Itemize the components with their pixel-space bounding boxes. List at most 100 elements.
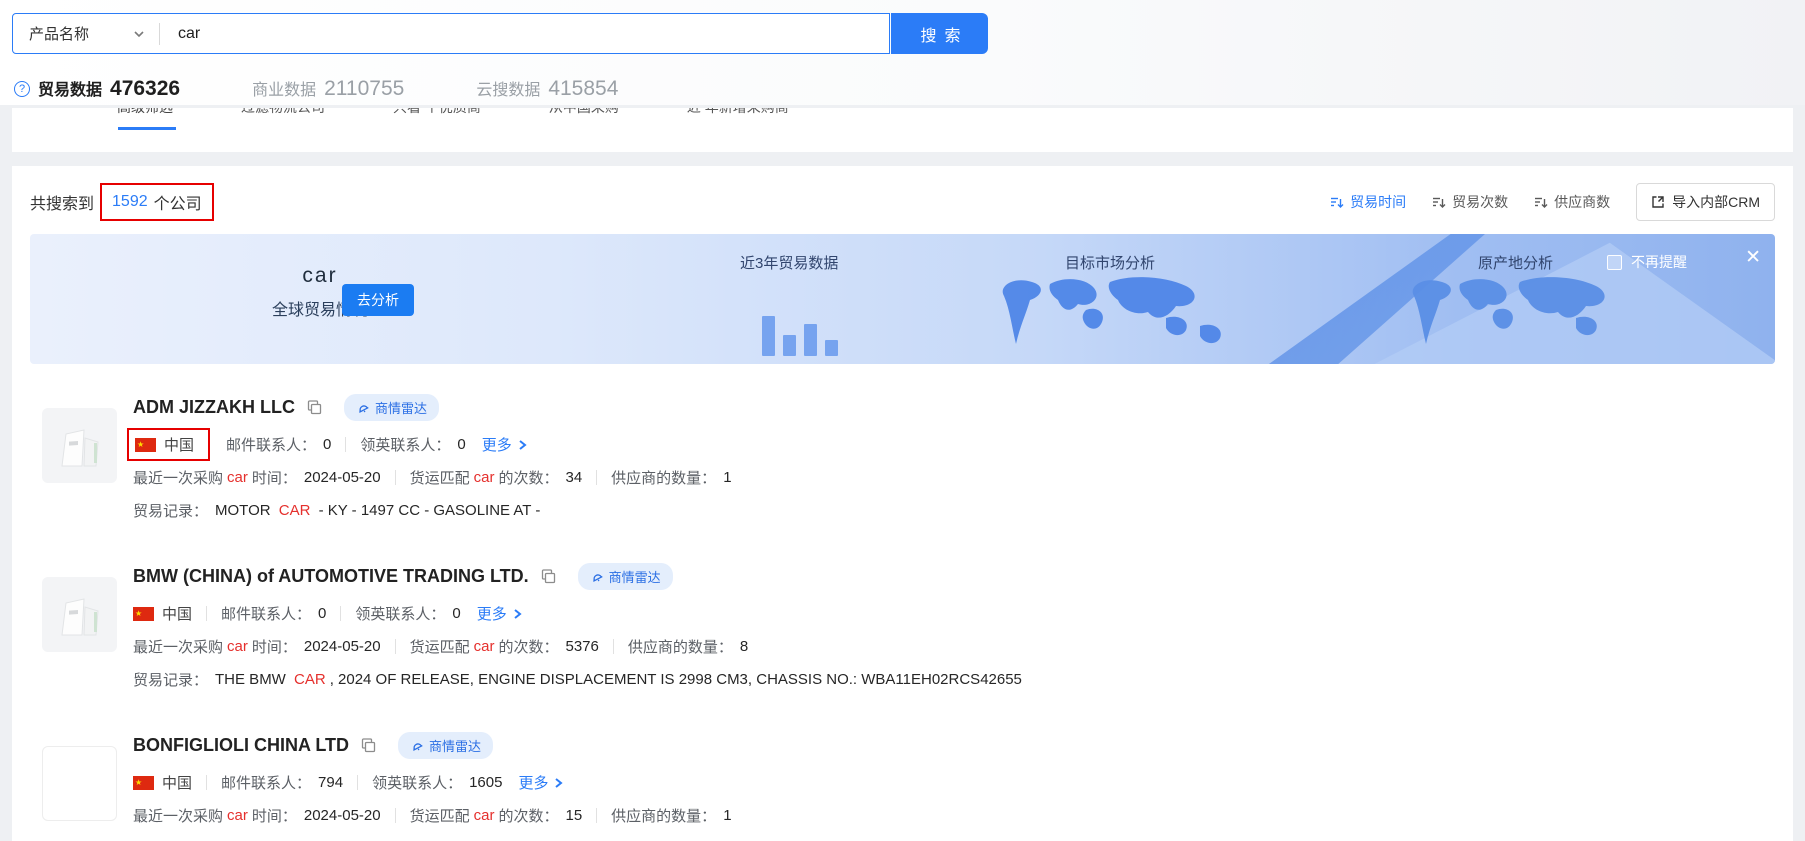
- trade-record-row: 贸易记录： THE BMW CAR , 2024 OF RELEASE, ENG…: [133, 669, 1775, 690]
- chevron-right-icon: [555, 777, 564, 788]
- record-text: , 2024 OF RELEASE, ENGINE DISPLACEMENT I…: [329, 671, 1022, 688]
- keyword-highlight: car: [227, 807, 248, 824]
- more-label: 更多: [518, 775, 549, 792]
- search-category-select[interactable]: 产品名称: [13, 23, 159, 44]
- tab-cloud-search-data-count: 415854: [548, 77, 619, 100]
- import-crm-label: 导入内部CRM: [1672, 194, 1760, 210]
- results-count-suffix: 个公司: [153, 196, 202, 213]
- email-contacts-label: 邮件联系人：: [221, 606, 312, 623]
- filter-tab-new-buyers[interactable]: 近 年新增采购商: [687, 108, 789, 117]
- more-label: 更多: [476, 606, 507, 623]
- purchase-date: 2024-05-20: [303, 807, 381, 824]
- more-link[interactable]: 更多: [518, 772, 564, 793]
- results-count-number: 1592: [112, 193, 148, 210]
- linkedin-contacts-value: 1605: [469, 774, 503, 791]
- close-icon[interactable]: ✕: [1745, 248, 1761, 267]
- divider: [206, 606, 208, 621]
- radar-icon: [592, 574, 603, 582]
- record-label: 贸易记录：: [133, 503, 209, 520]
- company-name[interactable]: BONFIGLIOLI CHINA LTD: [133, 735, 349, 756]
- match-prefix: 货运匹配: [409, 470, 470, 487]
- linkedin-contacts-label: 领英联系人：: [372, 775, 463, 792]
- radar-badge[interactable]: 商情雷达: [577, 563, 673, 590]
- divider: [345, 437, 347, 452]
- more-label: 更多: [481, 437, 512, 454]
- tab-cloud-search-data-label: 云搜数据: [476, 82, 541, 99]
- supplier-label: 供应商的数量：: [611, 808, 717, 825]
- copy-icon[interactable]: [307, 400, 322, 415]
- chevron-right-icon: [514, 608, 522, 619]
- tab-trade-data-label: 贸易数据: [38, 82, 103, 99]
- tab-business-data[interactable]: 商业数据 2110755: [252, 76, 404, 101]
- purchase-info-row: 最近一次采购 car 时间： 2024-05-20 货运匹配 car 的次数： …: [133, 467, 1775, 488]
- filter-bar-clipped: 高级筛选 过滤物流公司 只看 个优质商 从中国采购 近 年新增采购商: [12, 108, 1793, 152]
- company-thumbnail[interactable]: [42, 408, 117, 483]
- sort-icon: [1535, 197, 1548, 208]
- purchase-suffix: 时间：: [251, 470, 297, 487]
- keyword-highlight: car: [473, 807, 495, 824]
- linkedin-contacts-value: 0: [457, 436, 466, 453]
- dismiss-control: 不再提醒: [1607, 252, 1687, 272]
- company-name[interactable]: BMW (CHINA) of AUTOMOTIVE TRADING LTD.: [133, 566, 529, 587]
- keyword-highlight: CAR: [278, 502, 311, 519]
- email-contacts-value: 0: [318, 605, 327, 622]
- divider: [394, 808, 396, 823]
- results-count-prefix: 共搜索到: [30, 196, 95, 213]
- dismiss-checkbox[interactable]: [1607, 254, 1622, 270]
- email-contacts-label: 邮件联系人：: [221, 775, 312, 792]
- divider: [340, 606, 342, 621]
- filter-tab-advanced[interactable]: 高级筛选: [117, 108, 173, 117]
- radar-badge-label: 商情雷达: [428, 739, 481, 754]
- radar-badge[interactable]: 商情雷达: [397, 732, 493, 759]
- filter-tab-china[interactable]: 从中国采购: [549, 108, 619, 117]
- annotation-box: ★ 中国: [127, 428, 211, 461]
- tab-cloud-search-data[interactable]: 云搜数据 415854: [476, 76, 618, 101]
- record-text: - KY - 1497 CC - GASOLINE AT -: [314, 502, 541, 519]
- copy-icon[interactable]: [541, 569, 556, 584]
- radar-badge-label: 商情雷达: [608, 570, 661, 585]
- analyze-button[interactable]: 去分析: [342, 284, 414, 316]
- banner-origin-title: 原产地分析: [1478, 255, 1554, 272]
- filter-tab-logistics[interactable]: 过滤物流公司: [241, 108, 325, 117]
- help-icon[interactable]: ?: [14, 80, 30, 97]
- filter-tab-quality[interactable]: 只看 个优质商: [393, 108, 481, 117]
- company-body: ADM JIZZAKH LLC 商情雷达 ★ 中国 邮件联系人： 0 领英联系人…: [127, 394, 1775, 521]
- radar-icon: [358, 405, 369, 413]
- keyword-highlight: CAR: [294, 671, 326, 688]
- mini-bar-chart: [762, 282, 842, 356]
- company-card: ADM JIZZAKH LLC 商情雷达 ★ 中国 邮件联系人： 0 领英联系人…: [30, 394, 1775, 521]
- search-input[interactable]: car: [160, 25, 200, 43]
- divider: [596, 808, 598, 823]
- purchase-info-row: 最近一次采购 car 时间： 2024-05-20 货运匹配 car 的次数： …: [133, 636, 1775, 657]
- search-button[interactable]: 搜索: [891, 13, 988, 54]
- record-text: THE BMW: [215, 671, 291, 688]
- trade-record-row: 贸易记录： MOTOR CAR - KY - 1497 CC - GASOLIN…: [133, 500, 1775, 521]
- supplier-count: 1: [723, 807, 732, 824]
- banner-chart-title: 近3年贸易数据: [740, 255, 839, 272]
- more-link[interactable]: 更多: [482, 434, 528, 455]
- import-crm-button[interactable]: 导入内部CRM: [1636, 183, 1775, 221]
- sort-supplier-count[interactable]: 供应商数: [1534, 192, 1610, 212]
- sort-trade-count[interactable]: 贸易次数: [1432, 192, 1508, 212]
- match-count: 15: [565, 807, 583, 824]
- radar-badge[interactable]: 商情雷达: [343, 394, 439, 421]
- copy-icon[interactable]: [361, 738, 376, 753]
- sort-trade-count-label: 贸易次数: [1452, 194, 1509, 210]
- company-country: 中国: [162, 606, 193, 623]
- company-body: BMW (CHINA) of AUTOMOTIVE TRADING LTD. 商…: [133, 563, 1775, 690]
- sort-icon: [1331, 197, 1344, 208]
- email-contacts-label: 邮件联系人：: [226, 437, 317, 454]
- company-thumbnail[interactable]: [42, 746, 117, 821]
- company-thumbnail[interactable]: [42, 577, 117, 652]
- more-link[interactable]: 更多: [477, 603, 523, 624]
- tab-trade-data[interactable]: 贸易数据 476326: [38, 76, 180, 101]
- company-name[interactable]: ADM JIZZAKH LLC: [133, 397, 295, 418]
- keyword-highlight: car: [227, 469, 248, 486]
- tab-business-data-label: 商业数据: [252, 82, 317, 99]
- match-suffix: 的次数：: [498, 470, 559, 487]
- company-card: BONFIGLIOLI CHINA LTD 商情雷达 ★ 中国 邮件联系人： 7…: [30, 732, 1775, 841]
- sort-trade-time[interactable]: 贸易时间: [1330, 192, 1406, 212]
- purchase-prefix: 最近一次采购: [133, 808, 224, 825]
- supplier-count: 8: [739, 638, 749, 655]
- divider: [394, 639, 396, 654]
